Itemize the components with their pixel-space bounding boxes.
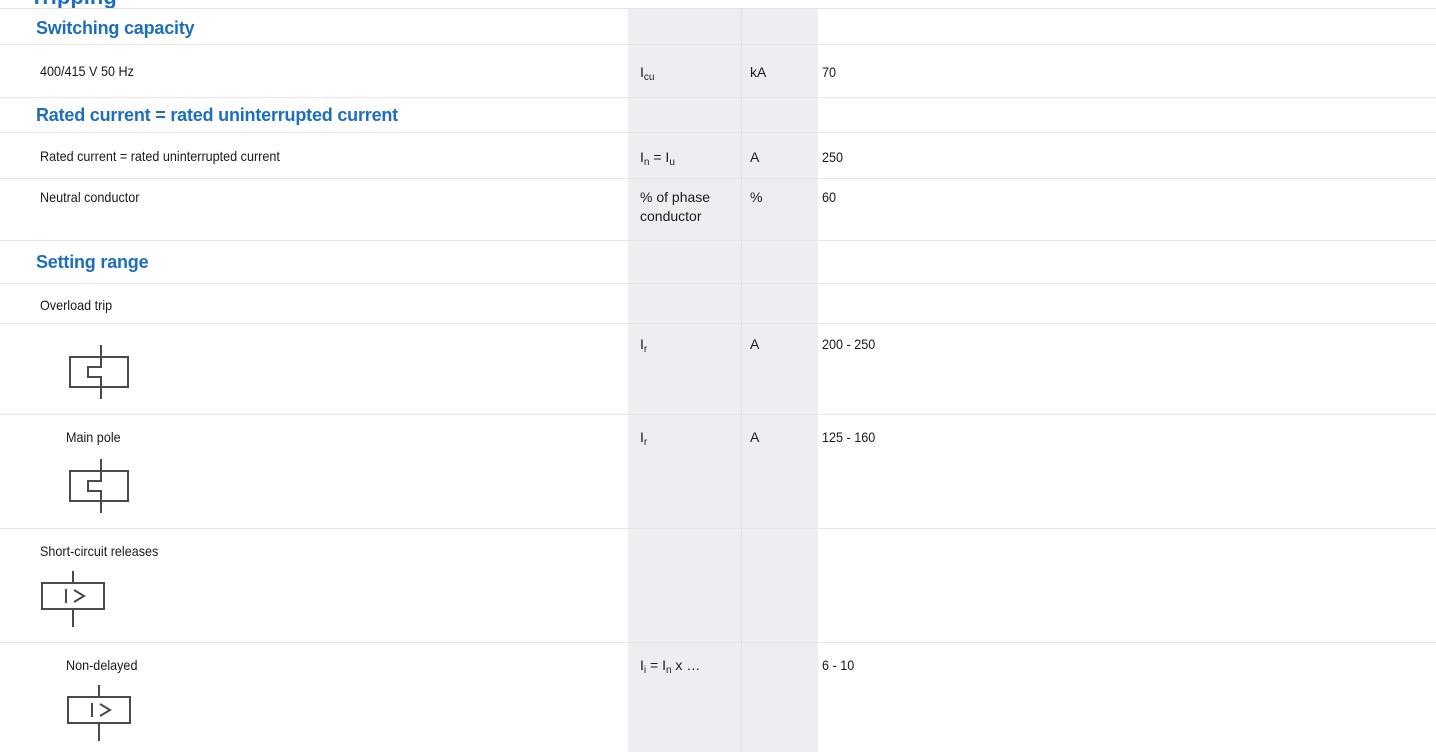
table-row: Overload trip [0,284,1436,324]
row-label: 400/415 V 50 Hz [40,63,134,79]
row-symbol: Ir [640,336,648,355]
row-value: 6 - 10 [822,657,855,673]
row-symbol: Ir [640,429,648,448]
section-row-rated-current: Rated current = rated uninterrupted curr… [0,98,1436,133]
short-circuit-release-symbol-icon [67,685,131,741]
short-circuit-release-symbol-icon [41,571,105,627]
thermal-overload-release-symbol-icon [69,345,129,399]
table-row: Main pole Ir A 125 - 160 [0,415,1436,529]
table-row: 400/415 V 50 Hz Icu kA 70 [0,45,1436,98]
section-row-setting-range: Setting range [0,241,1436,284]
clipped-heading-strip: Tripping [0,0,1436,9]
section-heading-setting-range: Setting range [36,252,149,272]
row-unit: A [750,429,760,445]
row-label: Short-circuit releases [40,543,159,559]
row-unit: kA [750,64,767,80]
table-row: Rated current = rated uninterrupted curr… [0,133,1436,179]
row-symbol: Ii = In x … [640,657,701,676]
table-row: Neutral conductor % of phase conductor % … [0,179,1436,241]
row-label: Neutral conductor [40,189,140,205]
row-label: Rated current = rated uninterrupted curr… [40,148,280,164]
thermal-overload-release-symbol-icon [69,459,129,513]
row-unit: A [750,149,760,165]
row-label: Overload trip [40,297,113,313]
row-value: 60 [822,189,837,205]
row-value: 70 [822,64,837,80]
row-symbol: Icu [640,64,655,83]
section-heading-switching-capacity: Switching capacity [36,18,195,38]
row-unit: A [750,336,760,352]
row-label: Main pole [66,429,121,445]
table-row: Non-delayed Ii = In x … 6 - 10 [0,643,1436,752]
row-value: 250 [822,149,844,165]
row-symbol: % of phase conductor [640,189,711,224]
row-value: 125 - 160 [822,429,876,445]
row-value: 200 - 250 [822,336,876,352]
row-unit: % [750,189,763,205]
section-row-switching-capacity: Switching capacity [0,9,1436,45]
table-row: Ir A 200 - 250 [0,324,1436,415]
row-label: Non-delayed [66,657,138,673]
table-row: Short-circuit releases [0,529,1436,643]
row-symbol: In = Iu [640,149,675,168]
section-heading-rated-current: Rated current = rated uninterrupted curr… [36,105,398,125]
